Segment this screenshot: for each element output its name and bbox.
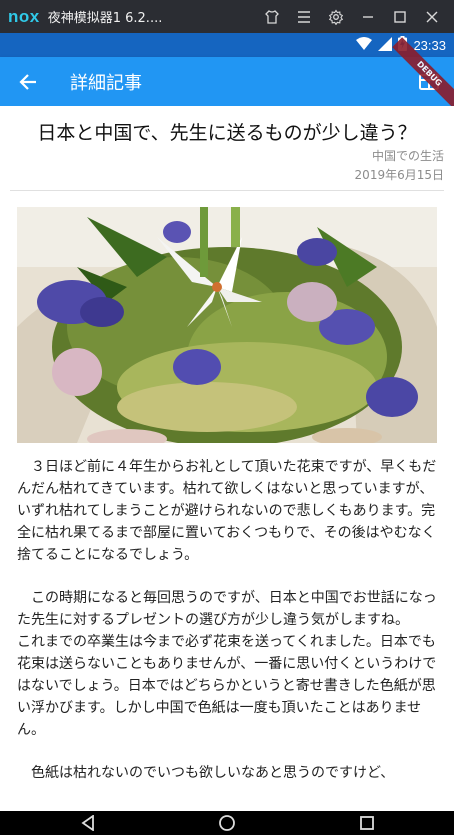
- back-triangle-icon: [81, 815, 94, 831]
- gear-icon[interactable]: [320, 0, 352, 33]
- emulator-toolbar: [256, 0, 448, 33]
- paragraph: 色紙は枯れないのでいつも欲しいなあと思うのですけど、: [17, 765, 395, 781]
- nav-recents-button[interactable]: [347, 811, 387, 835]
- paragraph: この時期になると毎回思うのですが、日本と中国でお世話になった先生に対するプレゼン…: [17, 590, 437, 738]
- paragraph: ３日ほど前に４年生からお礼として頂いた花束ですが、早くもだんだん枯れてきています…: [17, 459, 437, 563]
- home-circle-icon: [219, 815, 235, 831]
- wifi-icon: [356, 36, 373, 55]
- article-category: 中国での生活: [371, 149, 444, 163]
- signal-icon: [378, 36, 393, 55]
- article-title: 日本と中国で、先生に送るものが少し違う？: [37, 122, 417, 144]
- minimize-icon[interactable]: [352, 0, 384, 33]
- android-status-bar: 23:33: [0, 33, 454, 57]
- emulator-title-bar: nox 夜神模拟器1 6.2....: [0, 0, 454, 33]
- nav-home-button[interactable]: [207, 811, 247, 835]
- close-icon[interactable]: [416, 0, 448, 33]
- status-clock: 23:33: [413, 37, 446, 53]
- maximize-icon[interactable]: [384, 0, 416, 33]
- android-navigation-bar: [0, 811, 454, 835]
- menu-icon[interactable]: [288, 0, 320, 33]
- divider: [10, 190, 444, 191]
- article-content[interactable]: 日本と中国で、先生に送るものが少し違う？ 中国での生活 2019年6月15日 ３…: [0, 106, 454, 811]
- back-button[interactable]: [14, 69, 42, 95]
- article-date: 2019年6月15日: [354, 168, 444, 182]
- page-title: 詳細記事: [70, 73, 142, 94]
- arrow-back-icon: [19, 74, 36, 90]
- article-body: ３日ほど前に４年生からお礼として頂いた花束ですが、早くもだんだん枯れてきています…: [17, 456, 437, 805]
- app-bar: 詳細記事: [0, 57, 454, 106]
- emulator-window-title: 夜神模拟器1 6.2....: [47, 11, 163, 26]
- shirt-icon[interactable]: [256, 0, 288, 33]
- recents-square-icon: [360, 816, 374, 830]
- nox-logo: nox: [8, 6, 40, 26]
- nav-back-button[interactable]: [68, 811, 108, 835]
- flower-bouquet-photo: [17, 207, 437, 443]
